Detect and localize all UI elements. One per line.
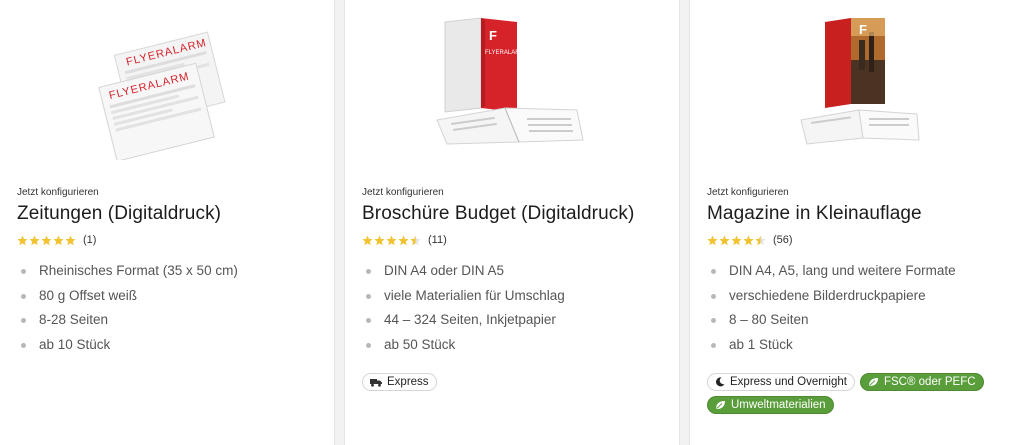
star-icon <box>386 235 397 245</box>
feature-list: Rheinisches Format (35 x 50 cm) 80 g Off… <box>17 262 238 360</box>
product-image-magazine[interactable]: F <box>690 10 1024 160</box>
star-rating <box>362 235 421 246</box>
product-title[interactable]: Broschüre Budget (Digitaldruck) <box>362 203 634 225</box>
feature-item: 80 g Offset weiß <box>17 287 238 312</box>
feature-item: DIN A4, A5, lang und weitere Formate <box>707 262 956 287</box>
feature-item: 44 – 324 Seiten, Inkjetpapier <box>362 311 565 336</box>
product-rating[interactable]: (56) <box>707 234 793 246</box>
feature-item: Rheinisches Format (35 x 50 cm) <box>17 262 238 287</box>
leaf-icon <box>716 401 725 409</box>
star-icon <box>707 235 718 245</box>
configure-link[interactable]: Jetzt konfigurieren <box>707 187 789 198</box>
star-half-icon <box>410 235 421 245</box>
svg-text:F: F <box>489 28 497 43</box>
product-title[interactable]: Zeitungen (Digitaldruck) <box>17 203 221 225</box>
badge-label: FSC® oder PEFC <box>883 376 976 388</box>
product-image-brochure[interactable]: F FLYERALARM <box>345 10 679 160</box>
express-overnight-badge: Express und Overnight <box>707 373 855 391</box>
badge-group: Express und Overnight FSC® oder PEFC Umw… <box>707 373 1007 414</box>
svg-text:FLYERALARM: FLYERALARM <box>485 50 525 56</box>
product-rating[interactable]: (1) <box>17 234 96 246</box>
product-card-magazine[interactable]: F Jetzt konfigurieren Magazine in Kleina… <box>689 0 1024 445</box>
badge-group: Express <box>362 373 437 391</box>
star-icon <box>65 235 76 245</box>
feature-item: 8-28 Seiten <box>17 311 238 336</box>
feature-item: ab 10 Stück <box>17 336 238 361</box>
star-icon <box>53 235 64 245</box>
product-card-brochure[interactable]: F FLYERALARM Jetzt konfigurieren Broschü… <box>344 0 680 445</box>
newspaper-illustration: FLYERALARM FLYERALARM <box>97 31 226 160</box>
svg-text:F: F <box>859 22 867 37</box>
leaf-icon <box>868 378 878 386</box>
feature-list: DIN A4 oder DIN A5 viele Materialien für… <box>362 262 565 360</box>
feature-list: DIN A4, A5, lang und weitere Formate ver… <box>707 262 956 360</box>
star-icon <box>17 235 28 245</box>
feature-item: ab 1 Stück <box>707 336 956 361</box>
fsc-pefc-badge: FSC® oder PEFC <box>859 373 984 391</box>
feature-item: ab 50 Stück <box>362 336 565 361</box>
product-card-newspaper[interactable]: FLYERALARM FLYERALARM Jetzt konfiguriere… <box>0 0 335 445</box>
feature-item: DIN A4 oder DIN A5 <box>362 262 565 287</box>
star-rating <box>17 235 76 246</box>
express-badge: Express <box>362 373 437 391</box>
badge-label: Express <box>387 376 429 388</box>
badge-label: Umweltmaterialien <box>731 399 826 411</box>
feature-item: viele Materialien für Umschlag <box>362 287 565 312</box>
truck-icon <box>370 378 382 387</box>
brochure-illustration: F FLYERALARM <box>436 17 584 145</box>
magazine-illustration: F <box>799 18 920 145</box>
star-icon <box>743 235 754 245</box>
moon-icon <box>716 377 725 387</box>
star-icon <box>398 235 409 245</box>
star-icon <box>29 235 40 245</box>
star-icon <box>731 235 742 245</box>
rating-count: (56) <box>773 234 793 246</box>
product-image-newspaper[interactable]: FLYERALARM FLYERALARM <box>0 10 334 160</box>
eco-materials-badge: Umweltmaterialien <box>707 396 834 414</box>
feature-item: verschiedene Bilderdruckpapiere <box>707 287 956 312</box>
star-rating <box>707 235 766 246</box>
star-icon <box>719 235 730 245</box>
star-icon <box>374 235 385 245</box>
star-half-icon <box>755 235 766 245</box>
star-icon <box>362 235 373 245</box>
configure-link[interactable]: Jetzt konfigurieren <box>362 187 444 198</box>
product-title[interactable]: Magazine in Kleinauflage <box>707 203 922 225</box>
rating-count: (1) <box>83 234 97 246</box>
star-icon <box>41 235 52 245</box>
configure-link[interactable]: Jetzt konfigurieren <box>17 187 99 198</box>
rating-count: (11) <box>428 234 447 246</box>
product-rating[interactable]: (11) <box>362 234 447 246</box>
badge-label: Express und Overnight <box>730 376 847 388</box>
feature-item: 8 – 80 Seiten <box>707 311 956 336</box>
